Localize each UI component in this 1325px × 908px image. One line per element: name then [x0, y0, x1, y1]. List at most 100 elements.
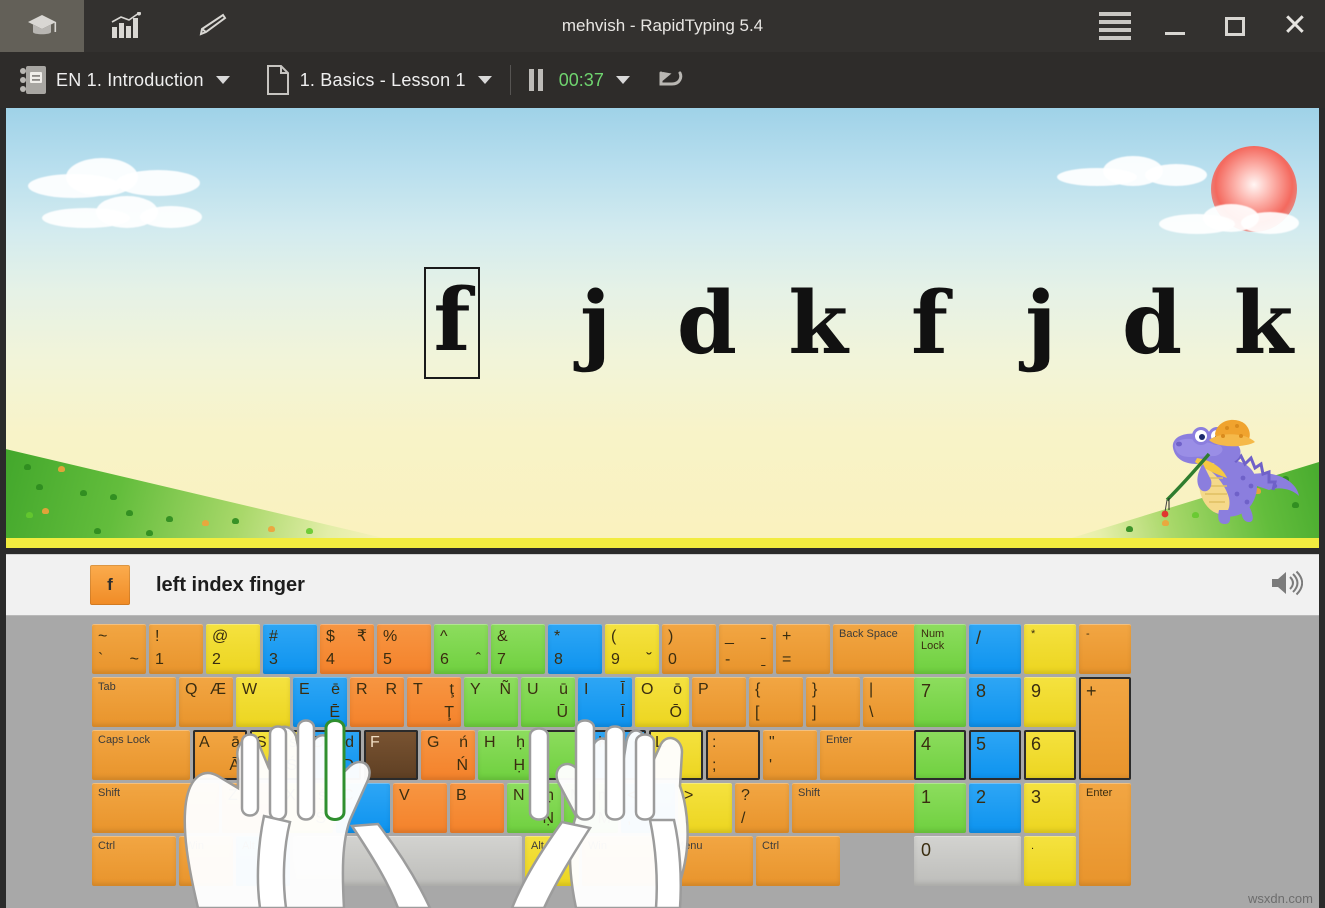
key--[interactable]: ~`~: [92, 624, 146, 674]
key-shift[interactable]: Shift: [792, 783, 933, 833]
key-win[interactable]: Win: [179, 836, 233, 886]
key-label: Y: [470, 682, 481, 698]
key-label: ]: [812, 705, 816, 721]
key-b[interactable]: B: [450, 783, 504, 833]
key-f[interactable]: F: [364, 730, 418, 780]
key-t[interactable]: TţŢ: [407, 677, 461, 727]
key-w[interactable]: W: [236, 677, 290, 727]
key-shift[interactable]: Shift: [92, 783, 219, 833]
key--[interactable]: $4₹: [320, 624, 374, 674]
key-label: ^: [440, 629, 448, 645]
numpad-key--[interactable]: .: [1024, 836, 1076, 886]
key-n[interactable]: NṇṆ: [507, 783, 561, 833]
key-v[interactable]: V: [393, 783, 447, 833]
key-label: Caps Lock: [98, 735, 150, 746]
numpad-key-8[interactable]: 8: [969, 677, 1021, 727]
key--[interactable]: _-˗ˍ: [719, 624, 773, 674]
numpad-key-9[interactable]: 9: [1024, 677, 1076, 727]
key--[interactable]: +=: [776, 624, 830, 674]
key-z[interactable]: Z: [222, 783, 276, 833]
numpad-key-enter[interactable]: Enter: [1079, 783, 1131, 886]
numpad-key-3[interactable]: 3: [1024, 783, 1076, 833]
key-label: =: [782, 652, 791, 668]
key-j[interactable]: J: [535, 730, 589, 780]
numpad-key-label: 3: [1031, 788, 1041, 807]
statistics-tab[interactable]: [84, 0, 168, 52]
key-x[interactable]: XśŚ: [279, 783, 333, 833]
numpad-key--[interactable]: /: [969, 624, 1021, 674]
key--[interactable]: !1: [149, 624, 203, 674]
keyboard-editor-tab[interactable]: [168, 0, 252, 52]
key--[interactable]: )0: [662, 624, 716, 674]
numpad-key-6[interactable]: 6: [1024, 730, 1076, 780]
key-ctrl[interactable]: Ctrl: [756, 836, 840, 886]
key-ctrl[interactable]: Ctrl: [92, 836, 176, 886]
key-a[interactable]: AāĀ: [193, 730, 247, 780]
numpad-key--[interactable]: -: [1079, 624, 1131, 674]
key--[interactable]: {[: [749, 677, 803, 727]
key--[interactable]: >.: [678, 783, 732, 833]
key-label: Ī: [621, 705, 625, 721]
key-i[interactable]: IĪĪ: [578, 677, 632, 727]
key-label: ': [769, 758, 772, 774]
key--[interactable]: #3: [263, 624, 317, 674]
key-alt-gr[interactable]: Alt Gr: [525, 836, 579, 886]
key--[interactable]: <,: [621, 783, 675, 833]
key--[interactable]: (9˘: [605, 624, 659, 674]
key-c[interactable]: C: [336, 783, 390, 833]
key-alt[interactable]: Alt: [236, 836, 290, 886]
lesson-tab[interactable]: [0, 0, 84, 52]
key-r[interactable]: RR: [350, 677, 404, 727]
key-m[interactable]: MṁṀ: [564, 783, 618, 833]
key-label: ˆ: [476, 652, 481, 668]
maximize-button[interactable]: [1205, 0, 1265, 52]
key-p[interactable]: P: [692, 677, 746, 727]
key-e[interactable]: EēĒ: [293, 677, 347, 727]
minimize-button[interactable]: [1145, 0, 1205, 52]
key-s[interactable]: SśŚ: [250, 730, 304, 780]
numpad-key-num-lock[interactable]: NumLock: [914, 624, 966, 674]
numpad-key-2[interactable]: 2: [969, 783, 1021, 833]
key-label: P: [698, 682, 709, 698]
key--[interactable]: *8: [548, 624, 602, 674]
key--[interactable]: %5: [377, 624, 431, 674]
key--[interactable]: &7: [491, 624, 545, 674]
close-button[interactable]: ✕: [1265, 0, 1325, 52]
key--[interactable]: "': [763, 730, 817, 780]
key--[interactable]: @2: [206, 624, 260, 674]
pause-button[interactable]: [529, 52, 559, 108]
key--[interactable]: }]: [806, 677, 860, 727]
key--[interactable]: ?/: [735, 783, 789, 833]
key-key[interactable]: [293, 836, 522, 886]
numpad-key-5[interactable]: 5: [969, 730, 1021, 780]
timer-display[interactable]: 00:37: [559, 52, 630, 108]
key-d[interactable]: DdD: [307, 730, 361, 780]
key-caps-lock[interactable]: Caps Lock: [92, 730, 190, 780]
numpad-key--[interactable]: *: [1024, 624, 1076, 674]
key-win[interactable]: Win: [582, 836, 666, 886]
numpad-key-7[interactable]: 7: [914, 677, 966, 727]
key-y[interactable]: YÑ: [464, 677, 518, 727]
key--[interactable]: :;: [706, 730, 760, 780]
restart-button[interactable]: [656, 52, 688, 108]
course-selector[interactable]: EN 1. Introduction: [12, 52, 230, 108]
key-g[interactable]: GńŃ: [421, 730, 475, 780]
main-menu-button[interactable]: [1085, 0, 1145, 52]
key-h[interactable]: HḥḤ: [478, 730, 532, 780]
key--[interactable]: ^6ˆ: [434, 624, 488, 674]
key-tab[interactable]: Tab: [92, 677, 176, 727]
numpad-key-1[interactable]: 1: [914, 783, 966, 833]
key-o[interactable]: OōŌ: [635, 677, 689, 727]
crocodile-mascot-icon: [1157, 412, 1303, 530]
lesson-selector[interactable]: 1. Basics - Lesson 1: [256, 52, 492, 108]
key-label: ţ: [450, 682, 454, 698]
key-k[interactable]: K: [592, 730, 646, 780]
key-menu[interactable]: Menu: [669, 836, 753, 886]
numpad-key--[interactable]: +: [1079, 677, 1131, 780]
key-u[interactable]: UūŪ: [521, 677, 575, 727]
sound-toggle-button[interactable]: [1269, 568, 1303, 603]
numpad-key-4[interactable]: 4: [914, 730, 966, 780]
numpad-key-0[interactable]: 0: [914, 836, 1021, 886]
key-q[interactable]: QÆ: [179, 677, 233, 727]
key-l[interactable]: L: [649, 730, 703, 780]
